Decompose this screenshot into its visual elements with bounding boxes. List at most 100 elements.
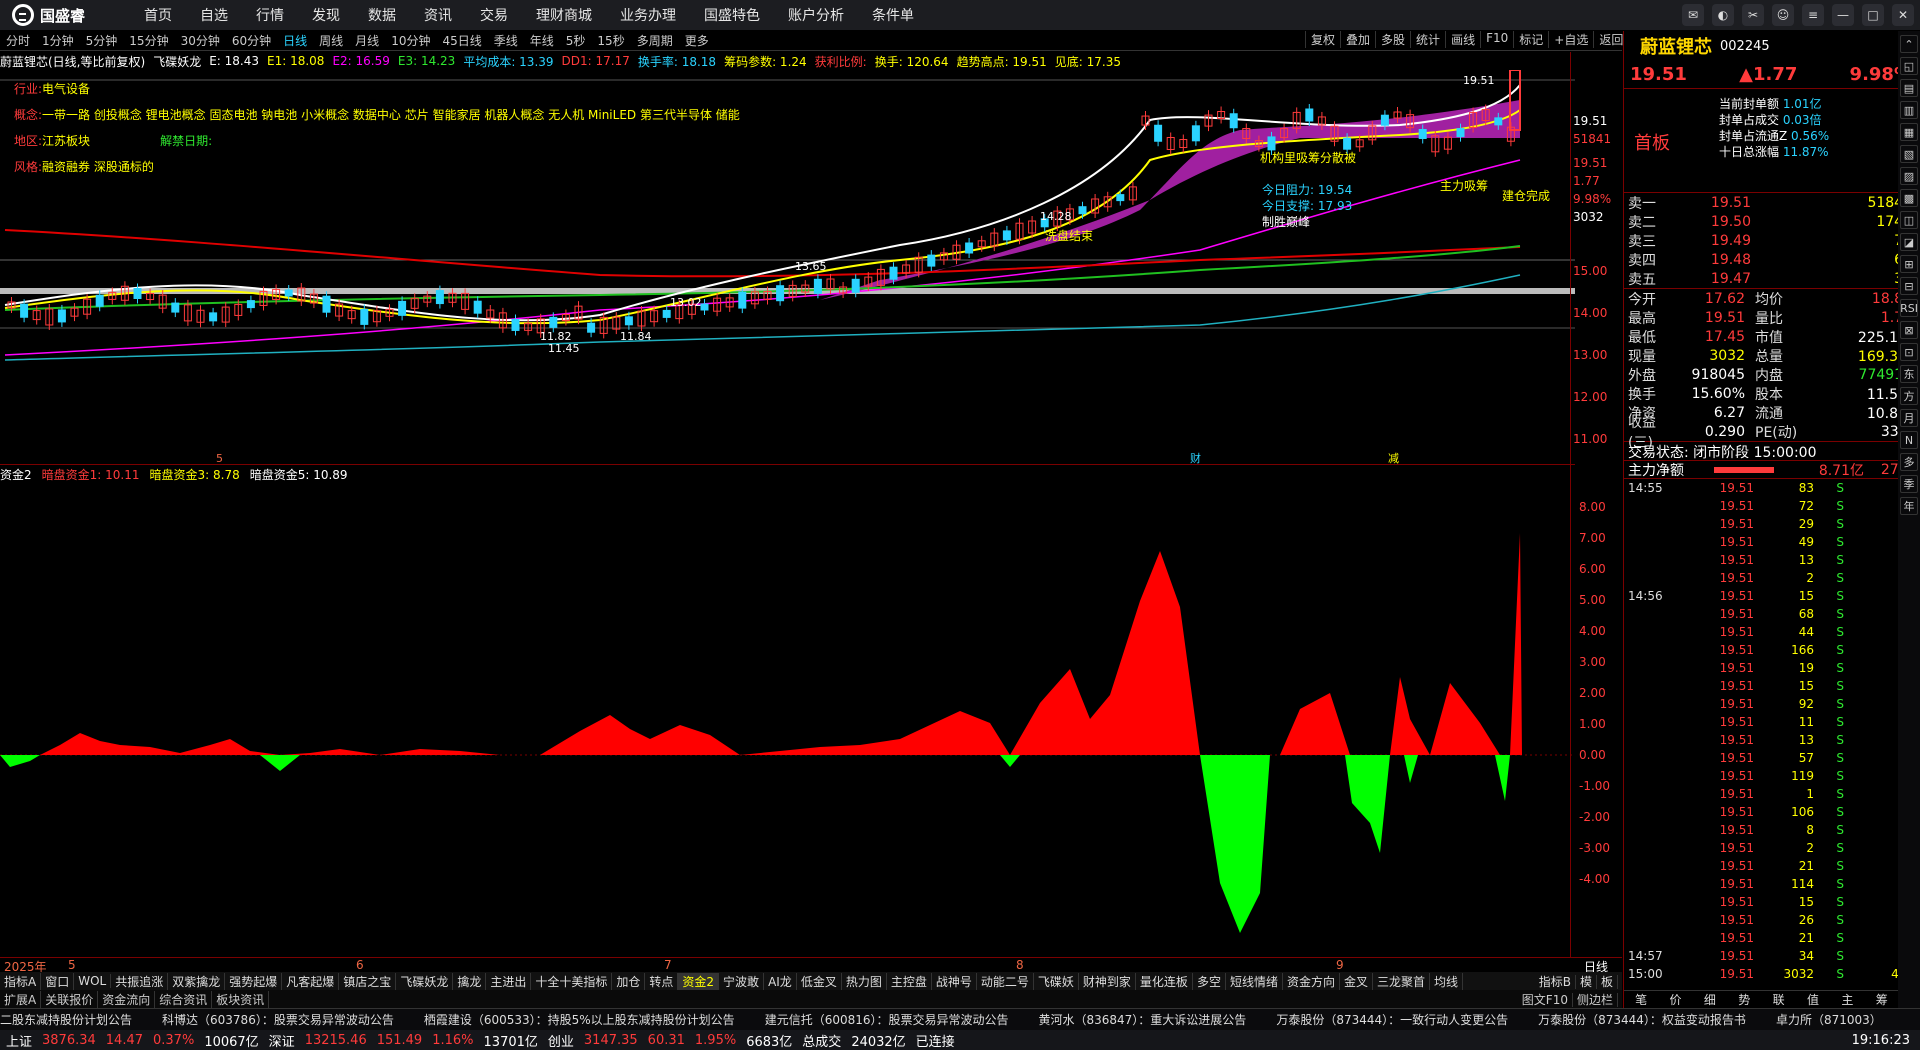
period-1[interactable]: 1分钟	[36, 32, 80, 49]
period-0[interactable]: 分时	[0, 32, 36, 49]
nav-item-3[interactable]: 发现	[298, 5, 354, 25]
period-3[interactable]: 15分钟	[123, 32, 174, 49]
tool-6[interactable]: 标记	[1513, 31, 1548, 48]
side-icon-0[interactable]: ⌃	[1900, 35, 1918, 53]
tab-21[interactable]: 动能二号	[977, 972, 1034, 990]
side-icon-7[interactable]: ▩	[1900, 189, 1918, 207]
tab-26[interactable]: 短线情绪	[1226, 972, 1283, 990]
quote-tab-2[interactable]: 细	[1704, 991, 1716, 1008]
tab-10[interactable]: 主进出	[486, 972, 532, 990]
quote-tab-0[interactable]: 笔	[1635, 991, 1647, 1008]
side-icon-10[interactable]: ⊞	[1900, 255, 1918, 273]
tool-2[interactable]: 多股	[1375, 31, 1410, 48]
nav-item-6[interactable]: 交易	[466, 5, 522, 25]
period-11[interactable]: 季线	[488, 32, 524, 49]
side-icon-21[interactable]: 年	[1900, 497, 1918, 515]
period-14[interactable]: 15秒	[591, 32, 630, 49]
menu-icon[interactable]: ≡	[1802, 4, 1824, 26]
tools-icon[interactable]: ✂	[1742, 4, 1764, 26]
quote-tab-4[interactable]: 联	[1773, 991, 1785, 1008]
tab-11[interactable]: 十全十美指标	[531, 972, 613, 990]
nav-item-5[interactable]: 资讯	[410, 5, 466, 25]
tab-15[interactable]: 宁波敢	[719, 972, 765, 990]
app-logo[interactable]: 国盛睿	[0, 4, 130, 26]
side-icon-11[interactable]: ⊟	[1900, 277, 1918, 295]
tool-7[interactable]: +自选	[1548, 31, 1593, 48]
tab-28[interactable]: 金叉	[1340, 972, 1373, 990]
theme-icon[interactable]: ◐	[1712, 4, 1734, 26]
tool-4[interactable]: 画线	[1445, 31, 1480, 48]
user-icon[interactable]: ☺	[1772, 4, 1794, 26]
nav-item-10[interactable]: 账户分析	[774, 5, 858, 25]
side-icon-1[interactable]: ◱	[1900, 57, 1918, 75]
side-icon-2[interactable]: ▤	[1900, 79, 1918, 97]
tab-7[interactable]: 镇店之宝	[339, 972, 397, 990]
nav-item-9[interactable]: 国盛特色	[690, 5, 774, 25]
tab-24[interactable]: 量化连板	[1136, 972, 1193, 990]
tab-right-0[interactable]: 指标B	[1534, 974, 1576, 989]
tab-29[interactable]: 三龙聚首	[1373, 972, 1431, 990]
tab-25[interactable]: 多空	[1193, 972, 1226, 990]
side-icon-15[interactable]: 东	[1900, 365, 1918, 383]
side-icon-16[interactable]: 方	[1900, 387, 1918, 405]
ext-tab-3[interactable]: 综合资讯	[155, 990, 213, 1008]
quote-tab-3[interactable]: 势	[1738, 991, 1750, 1008]
period-15[interactable]: 多周期	[631, 32, 679, 49]
nav-item-0[interactable]: 首页	[130, 5, 186, 25]
side-icon-9[interactable]: ◪	[1900, 233, 1918, 251]
tab-27[interactable]: 资金方向	[1283, 972, 1340, 990]
tab-right-1[interactable]: 模	[1575, 974, 1597, 989]
tab-4[interactable]: 双紫擒龙	[168, 972, 226, 990]
tab-30[interactable]: 均线	[1430, 972, 1464, 990]
ext-tab-0[interactable]: 扩展A	[0, 990, 42, 1008]
tab-6[interactable]: 凡客起爆	[282, 972, 340, 990]
tab-right-2[interactable]: 板	[1596, 974, 1618, 989]
side-icon-19[interactable]: 多	[1900, 453, 1918, 471]
kline-chart[interactable]: 行业:电气设备 概念:一带一路 创投概念 锂电池概念 固态电池 钠电池 小米概念…	[0, 69, 1575, 465]
ticker-item-2[interactable]: 栖霞建设（600533）：持股5%以上股东减持股份计划公告	[424, 1011, 765, 1028]
fund-flow-chart[interactable]	[0, 483, 1575, 958]
ext-tab-1[interactable]: 关联报价	[41, 990, 99, 1008]
side-icon-20[interactable]: 季	[1900, 475, 1918, 493]
side-icon-5[interactable]: ▧	[1900, 145, 1918, 163]
side-icon-18[interactable]: N	[1900, 431, 1918, 449]
ext-tab-4[interactable]: 板块资讯	[212, 990, 270, 1008]
period-10[interactable]: 45日线	[436, 32, 487, 49]
tab-23[interactable]: 财神到家	[1079, 972, 1136, 990]
tool-3[interactable]: 统计	[1410, 31, 1445, 48]
side-icon-6[interactable]: ▨	[1900, 167, 1918, 185]
sub-name[interactable]: 资金2	[0, 466, 32, 483]
minimize-icon[interactable]: —	[1832, 4, 1854, 26]
side-icon-13[interactable]: ⊠	[1900, 321, 1918, 339]
tool-1[interactable]: 叠加	[1340, 31, 1375, 48]
indicator-name[interactable]: 飞碟妖龙	[153, 53, 201, 70]
period-16[interactable]: 更多	[679, 32, 715, 49]
nav-item-7[interactable]: 理财商城	[522, 5, 606, 25]
period-4[interactable]: 30分钟	[175, 32, 226, 49]
tab-17[interactable]: 低金叉	[797, 972, 842, 990]
period-8[interactable]: 月线	[349, 32, 385, 49]
side-icon-3[interactable]: ▥	[1900, 101, 1918, 119]
side-icon-4[interactable]: ▦	[1900, 123, 1918, 141]
quote-tab-6[interactable]: 主	[1841, 991, 1853, 1008]
ticker-item-4[interactable]: 黄河水（836847）：重大诉讼进展公告	[1039, 1011, 1277, 1028]
tab-1[interactable]: 窗口	[41, 972, 75, 990]
nav-item-4[interactable]: 数据	[354, 5, 410, 25]
period-6[interactable]: 日线	[277, 32, 313, 49]
tab-20[interactable]: 战神号	[932, 972, 977, 990]
ticker-item-7[interactable]: 卓力所（871003）	[1776, 1011, 1912, 1028]
ext-tab-2[interactable]: 资金流向	[98, 990, 156, 1008]
message-icon[interactable]: ✉	[1682, 4, 1704, 26]
tab-22[interactable]: 飞碟妖	[1034, 972, 1079, 990]
period-5[interactable]: 60分钟	[226, 32, 277, 49]
tool-0[interactable]: 复权	[1305, 31, 1340, 48]
close-icon[interactable]: ✕	[1892, 4, 1914, 26]
quote-tab-5[interactable]: 值	[1807, 991, 1819, 1008]
ticker-item-0[interactable]: 二股东减持股份计划公告	[0, 1011, 162, 1028]
quote-tab-7[interactable]: 筹	[1876, 991, 1888, 1008]
period-12[interactable]: 年线	[524, 32, 560, 49]
ticker-item-6[interactable]: 万泰股份（873444）：权益变动报告书	[1538, 1011, 1776, 1028]
side-icon-8[interactable]: ◫	[1900, 211, 1918, 229]
tab-16[interactable]: AI龙	[764, 972, 797, 990]
nav-item-1[interactable]: 自选	[186, 5, 242, 25]
